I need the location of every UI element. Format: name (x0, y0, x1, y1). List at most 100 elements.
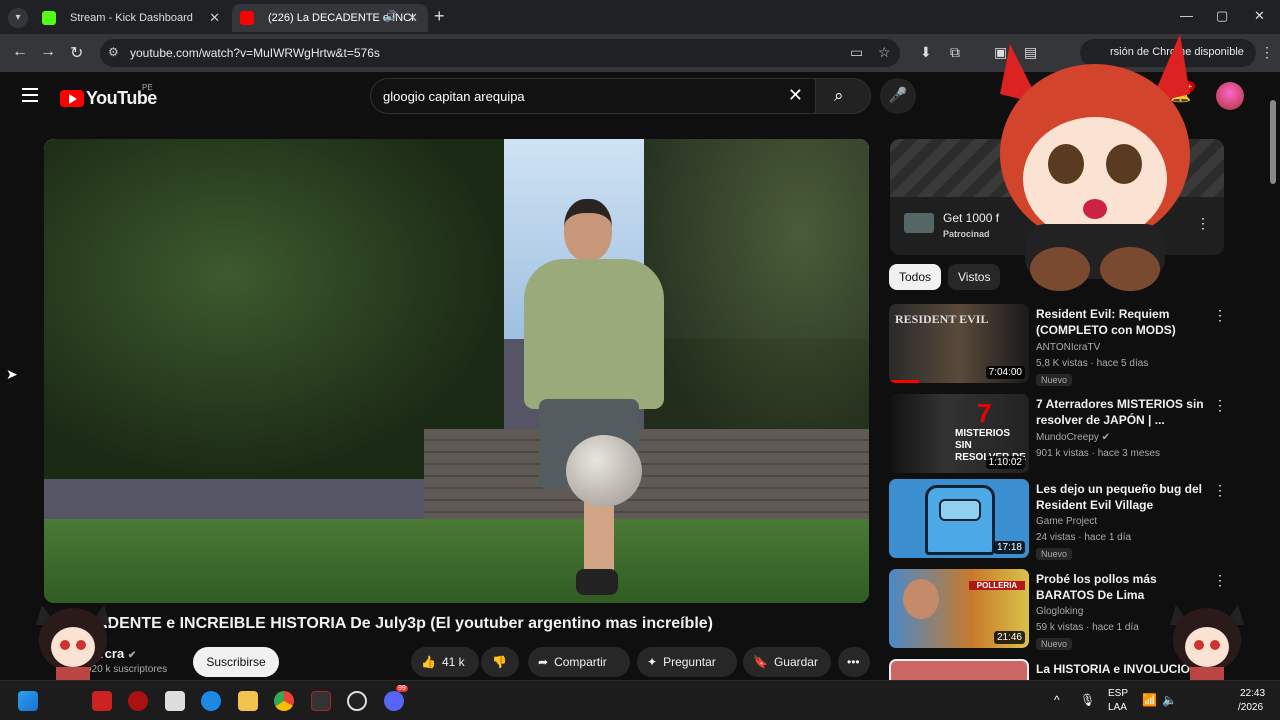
new-badge: Nuevo (1036, 548, 1073, 560)
share-button[interactable]: ➦ Compartir (528, 647, 630, 677)
video-thumbnail[interactable]: 17:18 (889, 479, 1029, 558)
ask-button[interactable]: ✦ Preguntar (637, 647, 737, 677)
video-player[interactable] (44, 139, 869, 603)
soccer-ball (566, 435, 642, 507)
clock-date[interactable]: /2026 (1238, 702, 1263, 713)
app-icon[interactable] (128, 691, 148, 711)
reload-icon[interactable]: ↻ (70, 43, 83, 63)
channel-name[interactable]: Glogloking (1036, 606, 1083, 617)
bookmark-icon: 🔖 (753, 655, 768, 669)
video-meta: 901 k vistas · hace 3 meses (1036, 448, 1160, 459)
voice-search-icon[interactable]: 🎤 (880, 78, 916, 114)
subscribe-button[interactable]: Suscribirse (193, 647, 279, 677)
close-tab-icon[interactable]: ✕ (407, 10, 418, 26)
video-title: 7 Aterradores MISTERIOS sin resolver de … (1036, 397, 1204, 427)
cast-icon[interactable]: ▭ (850, 44, 863, 61)
video-title: ADENTE e INCREIBLE HISTORIA De July3p (E… (96, 615, 713, 632)
search-query: gloogio capitan arequipa (383, 89, 525, 104)
store-icon[interactable] (165, 691, 185, 711)
mascot-chibi-right (1170, 605, 1244, 685)
mascot-chibi-left (36, 605, 110, 685)
video-thumbnail[interactable] (889, 659, 1029, 680)
search-input[interactable]: gloogio capitan arequipa ✕ (370, 78, 816, 114)
obs-icon[interactable] (347, 691, 367, 711)
microphone-icon[interactable]: 🎙 (1080, 693, 1095, 707)
channel-name[interactable]: ANTONIcraTV (1036, 342, 1100, 353)
share-icon: ➦ (538, 655, 549, 669)
chrome-menu-icon[interactable]: ⋮ (1260, 44, 1274, 61)
video-title: Resident Evil: Requiem (COMPLETO con MOD… (1036, 307, 1176, 337)
watch-progress-bar (889, 380, 919, 383)
youtube-logo[interactable]: YouTube PE (60, 83, 157, 109)
address-bar[interactable]: ⚙ youtube.com/watch?v=MuIWRWgHrtw&t=576s… (100, 39, 900, 67)
search-button[interactable]: ⌕ (815, 78, 871, 114)
more-actions-button[interactable]: ••• (838, 647, 870, 677)
mouse-cursor-icon: ➤ (6, 366, 18, 382)
bookmark-star-icon[interactable]: ☆ (878, 44, 891, 61)
tab-search-icon[interactable]: ▾ (8, 8, 28, 28)
back-icon[interactable]: ← (12, 43, 28, 61)
video-meta: 24 vistas · hace 1 día (1036, 532, 1132, 543)
discord-icon[interactable]: 99 (384, 685, 408, 711)
close-window-icon[interactable]: ✕ (1254, 8, 1265, 24)
video-thumbnail[interactable]: 7 MISTERIOS SIN RESOLVER DE 1:10:02 (889, 394, 1029, 473)
video-thumbnail[interactable]: RESIDENT EVIL 7:04:00 (889, 304, 1029, 383)
search-icon: ⌕ (834, 86, 844, 105)
video-thumbnail[interactable]: POLLERIA 21:46 (889, 569, 1029, 648)
like-button[interactable]: 👍 41 k (411, 647, 479, 677)
youtube-play-icon (60, 90, 84, 107)
clock-time[interactable]: 22:43 (1240, 688, 1265, 699)
channel-name[interactable]: Game Project (1036, 516, 1097, 527)
video-meta: 5,8 K vistas · hace 5 días (1036, 358, 1149, 369)
advertiser-logo (904, 213, 934, 233)
more-vert-icon[interactable]: ⋮ (1213, 482, 1227, 499)
youtube-favicon-icon (240, 11, 254, 25)
dislike-button[interactable]: 👎 (481, 647, 519, 677)
site-info-icon[interactable]: ⚙ (108, 45, 119, 59)
more-vert-icon[interactable]: ⋮ (1213, 397, 1227, 414)
page-scrollbar[interactable] (1270, 100, 1276, 184)
more-vert-icon[interactable]: ⋮ (1213, 307, 1227, 324)
clear-search-icon[interactable]: ✕ (788, 85, 803, 106)
edge-icon[interactable] (201, 691, 221, 711)
avatar[interactable] (1216, 82, 1244, 110)
keyboard-layout[interactable]: LAA (1108, 702, 1127, 713)
new-badge: Nuevo (1036, 638, 1073, 650)
tab-kick-dashboard[interactable]: Stream - Kick Dashboard ✕ (34, 4, 230, 32)
url-text: youtube.com/watch?v=MuIWRWgHrtw&t=576s (130, 46, 380, 60)
tab-title: Stream - Kick Dashboard (70, 12, 193, 24)
download-icon[interactable]: ⬇ (920, 44, 932, 61)
forward-icon[interactable]: → (40, 43, 56, 61)
windows-start-icon[interactable] (18, 691, 38, 711)
video-duration: 1:10:02 (985, 456, 1025, 469)
recommended-video[interactable]: RESIDENT EVIL 7:04:00 Resident Evil: Req… (889, 304, 1229, 386)
kick-favicon-icon (42, 11, 56, 25)
close-tab-icon[interactable]: ✕ (209, 10, 220, 26)
mascot-plush-overlay (1000, 34, 1190, 291)
app-icon[interactable] (92, 691, 112, 711)
thumbs-down-icon: 👎 (492, 655, 507, 669)
new-tab-button[interactable]: + (434, 6, 445, 27)
speaker-icon[interactable]: 🔊 (384, 10, 398, 23)
file-explorer-icon[interactable] (238, 691, 258, 711)
recommended-video[interactable]: 7 MISTERIOS SIN RESOLVER DE 1:10:02 7 At… (889, 394, 1229, 474)
extensions-icon[interactable]: ⧉ (950, 44, 960, 61)
wifi-icon[interactable]: 📶 (1142, 693, 1157, 707)
video-duration: 17:18 (993, 541, 1025, 554)
menu-icon[interactable] (22, 88, 38, 106)
filter-chip-all[interactable]: Todos (889, 264, 942, 290)
sparkle-icon: ✦ (647, 655, 658, 669)
video-subject (484, 199, 694, 599)
save-button[interactable]: 🔖 Guardar (743, 647, 831, 677)
recommended-video[interactable]: 17:18 Les dejo un pequeño bug del Reside… (889, 479, 1229, 560)
thumbs-up-icon: 👍 (421, 655, 436, 669)
region-code: PE (142, 83, 153, 92)
tab-youtube-video[interactable]: (226) La DECADENTE e INCI 🔊 ✕ (232, 4, 428, 32)
input-language[interactable]: ESP (1108, 688, 1128, 699)
windows-taskbar: 99 ^ 🎙 ESP LAA 📶 🔈 22:43 /2026 (0, 680, 1280, 720)
chrome-icon[interactable] (274, 691, 294, 711)
channel-name[interactable]: MundoCreepy ✔ (1036, 432, 1110, 443)
tray-chevron-icon[interactable]: ^ (1054, 693, 1060, 707)
volume-icon[interactable]: 🔈 (1162, 693, 1177, 707)
app-icon[interactable] (311, 691, 331, 711)
